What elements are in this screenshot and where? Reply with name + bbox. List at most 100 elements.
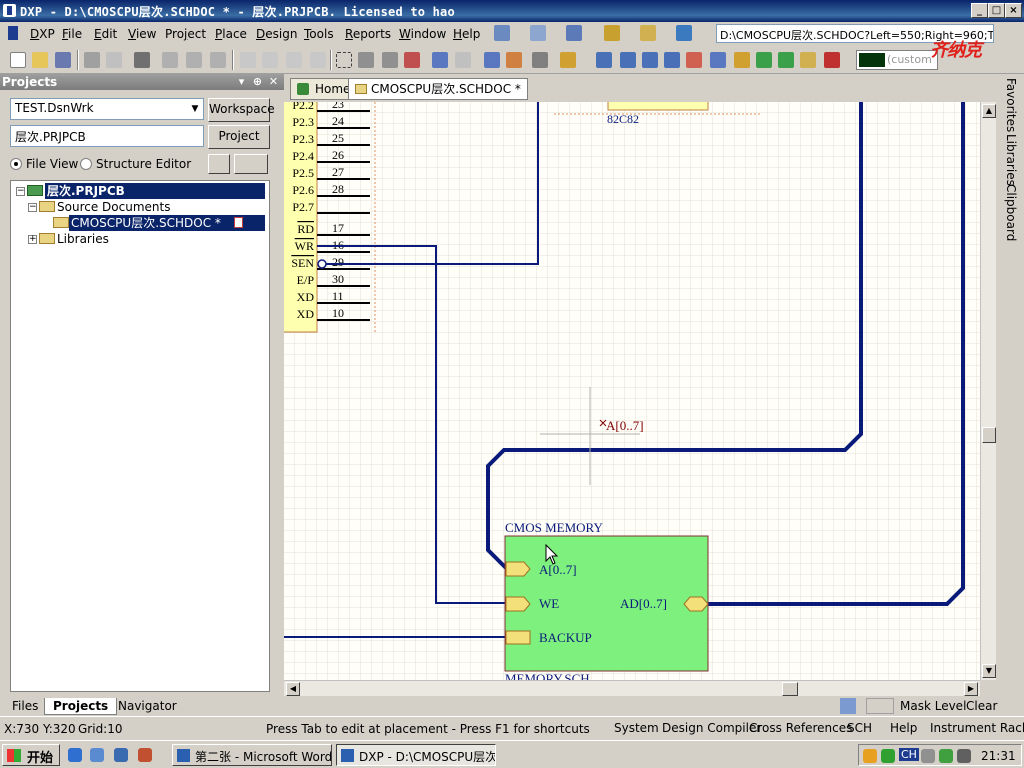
dropdown-arrow-icon[interactable]: ▼ [189, 102, 201, 116]
menu-window[interactable]: Window [399, 27, 446, 41]
file-view-radio[interactable] [10, 158, 22, 170]
select-area-icon[interactable] [336, 52, 352, 68]
workspace-combo[interactable]: TEST.DsnWrk ▼ [10, 98, 204, 120]
vertical-scrollbar[interactable]: ▲ ▼ [980, 102, 996, 680]
collapse-source-docs-icon[interactable]: − [28, 203, 37, 212]
keyboard-icon[interactable] [921, 749, 935, 763]
maximize-button[interactable]: □ [988, 3, 1005, 18]
highlight-pen-icon[interactable] [840, 698, 856, 714]
rubber-stamp-icon[interactable] [310, 52, 326, 68]
language-indicator[interactable]: CH [899, 748, 919, 761]
outlook-icon[interactable] [90, 748, 104, 762]
close-button[interactable]: × [1005, 3, 1022, 18]
port-tool-icon[interactable] [640, 25, 656, 41]
memory-sheet-symbol[interactable] [504, 535, 709, 672]
minimize-button[interactable]: _ [971, 3, 988, 18]
place-port-icon[interactable] [800, 52, 816, 68]
sch-panel-button[interactable]: SCH [847, 721, 872, 735]
sheet-entry-ad[interactable]: AD[0..7] [620, 596, 709, 612]
place-wire-icon[interactable] [596, 52, 612, 68]
power-port-icon[interactable] [566, 25, 582, 41]
instrument-racks-panel-button[interactable]: Instrument Racks [930, 721, 1024, 735]
vertical-scroll-thumb[interactable] [982, 427, 996, 443]
print-preview-icon[interactable] [106, 52, 122, 68]
workspace-button[interactable]: Workspace [208, 98, 275, 122]
scroll-down-icon[interactable]: ▼ [982, 664, 996, 678]
undo-icon[interactable] [432, 52, 448, 68]
menu-reports[interactable]: Reports [345, 27, 391, 41]
copy-icon[interactable] [262, 52, 278, 68]
tray-network-icon[interactable] [881, 749, 895, 763]
tree-item-libraries[interactable]: Libraries [57, 231, 109, 247]
move-icon[interactable] [358, 52, 374, 68]
sheet-entry-a[interactable]: A[0..7] [505, 561, 577, 577]
menu-help[interactable]: Help [453, 27, 480, 41]
place-net-label-icon[interactable] [664, 52, 680, 68]
project-options-icon[interactable] [234, 154, 268, 174]
menu-tools[interactable]: Tools [304, 27, 334, 41]
place-bus-icon[interactable] [620, 52, 636, 68]
bus-tool-icon[interactable] [530, 25, 546, 41]
tab-navigator[interactable]: Navigator [110, 698, 185, 715]
menu-file[interactable]: File [62, 27, 82, 41]
sheet-entry-backup[interactable]: BACKUP [505, 630, 592, 645]
tree-item-project[interactable]: 层次.PRJPCB [45, 183, 265, 199]
compile-icon[interactable] [208, 154, 230, 174]
place-gnd-icon[interactable] [686, 52, 702, 68]
help-icon[interactable] [560, 52, 576, 68]
ie-icon[interactable] [68, 748, 82, 762]
clear-button[interactable]: Clear [966, 699, 997, 713]
menu-design[interactable]: Design [256, 27, 297, 41]
volume-icon[interactable] [957, 749, 971, 763]
media-icon[interactable] [138, 748, 152, 762]
horizontal-scroll-thumb[interactable] [782, 682, 798, 696]
grid-icon[interactable] [676, 25, 692, 41]
libraries-tab[interactable]: Libraries [1004, 134, 1018, 186]
scroll-left-icon[interactable]: ◀ [286, 682, 300, 696]
mask-level-button[interactable]: Mask Level [900, 699, 966, 713]
menu-place[interactable]: Place [215, 27, 247, 41]
place-sheet-entry-icon[interactable] [778, 52, 794, 68]
menu-view[interactable]: View [128, 27, 156, 41]
zoom-area-icon[interactable] [186, 52, 202, 68]
cross-references-panel-button[interactable]: Cross References [749, 721, 852, 735]
tab-schematic-doc[interactable]: CMOSCPU层次.SCHDOC * [348, 78, 528, 100]
horizontal-scrollbar[interactable]: ◀ ▶ [284, 680, 980, 696]
project-field[interactable]: 层次.PRJPCB [10, 125, 204, 147]
tab-projects[interactable]: Projects [44, 698, 118, 715]
tree-item-source-documents[interactable]: Source Documents [57, 199, 170, 215]
task-word[interactable]: 第二张 - Microsoft Word [172, 744, 332, 766]
clipboard-tab[interactable]: Clipboard [1004, 184, 1018, 241]
collapse-root-icon[interactable]: − [16, 187, 25, 196]
system-panel-button[interactable]: System [614, 721, 659, 735]
schematic-canvas[interactable]: P2.2 23 P2.3 24 P2.3 25 P2.4 26 P2.5 27 P2.6 28 P2.7… [284, 102, 980, 680]
custom-color-combo[interactable]: (custom [856, 50, 938, 70]
place-sheet-symbol-icon[interactable] [756, 52, 772, 68]
deselect-icon[interactable] [404, 52, 420, 68]
menu-edit[interactable]: Edit [94, 27, 117, 41]
panel-menu-icon[interactable]: ▾ [236, 76, 247, 87]
favorites-tab[interactable]: Favorites [1004, 78, 1018, 132]
hierarchy-icon[interactable] [484, 52, 500, 68]
tab-files[interactable]: Files [4, 698, 46, 715]
paste-icon[interactable] [286, 52, 302, 68]
place-vcc-icon[interactable] [710, 52, 726, 68]
start-button[interactable]: 开始 [2, 744, 60, 766]
place-part-icon[interactable] [734, 52, 750, 68]
expand-libraries-icon[interactable]: + [28, 235, 37, 244]
tray-app-icon[interactable] [863, 749, 877, 763]
menu-project[interactable]: Project [165, 27, 206, 41]
cross-probe-icon[interactable] [506, 52, 522, 68]
wire-tool-icon[interactable] [494, 25, 510, 41]
pin-icon[interactable]: ⊕ [252, 76, 263, 87]
new-document-icon[interactable] [10, 52, 26, 68]
menu-dxp[interactable]: DXP [30, 27, 55, 41]
net-label[interactable]: A[0..7] [606, 418, 644, 433]
design-compiler-panel-button[interactable]: Design Compiler [662, 721, 761, 735]
open-folder-icon[interactable] [32, 52, 48, 68]
scroll-right-icon[interactable]: ▶ [964, 682, 978, 696]
tray-green-icon[interactable] [939, 749, 953, 763]
cut-icon[interactable] [240, 52, 256, 68]
zoom-fit-icon[interactable] [162, 52, 178, 68]
scroll-up-icon[interactable]: ▲ [982, 104, 996, 118]
